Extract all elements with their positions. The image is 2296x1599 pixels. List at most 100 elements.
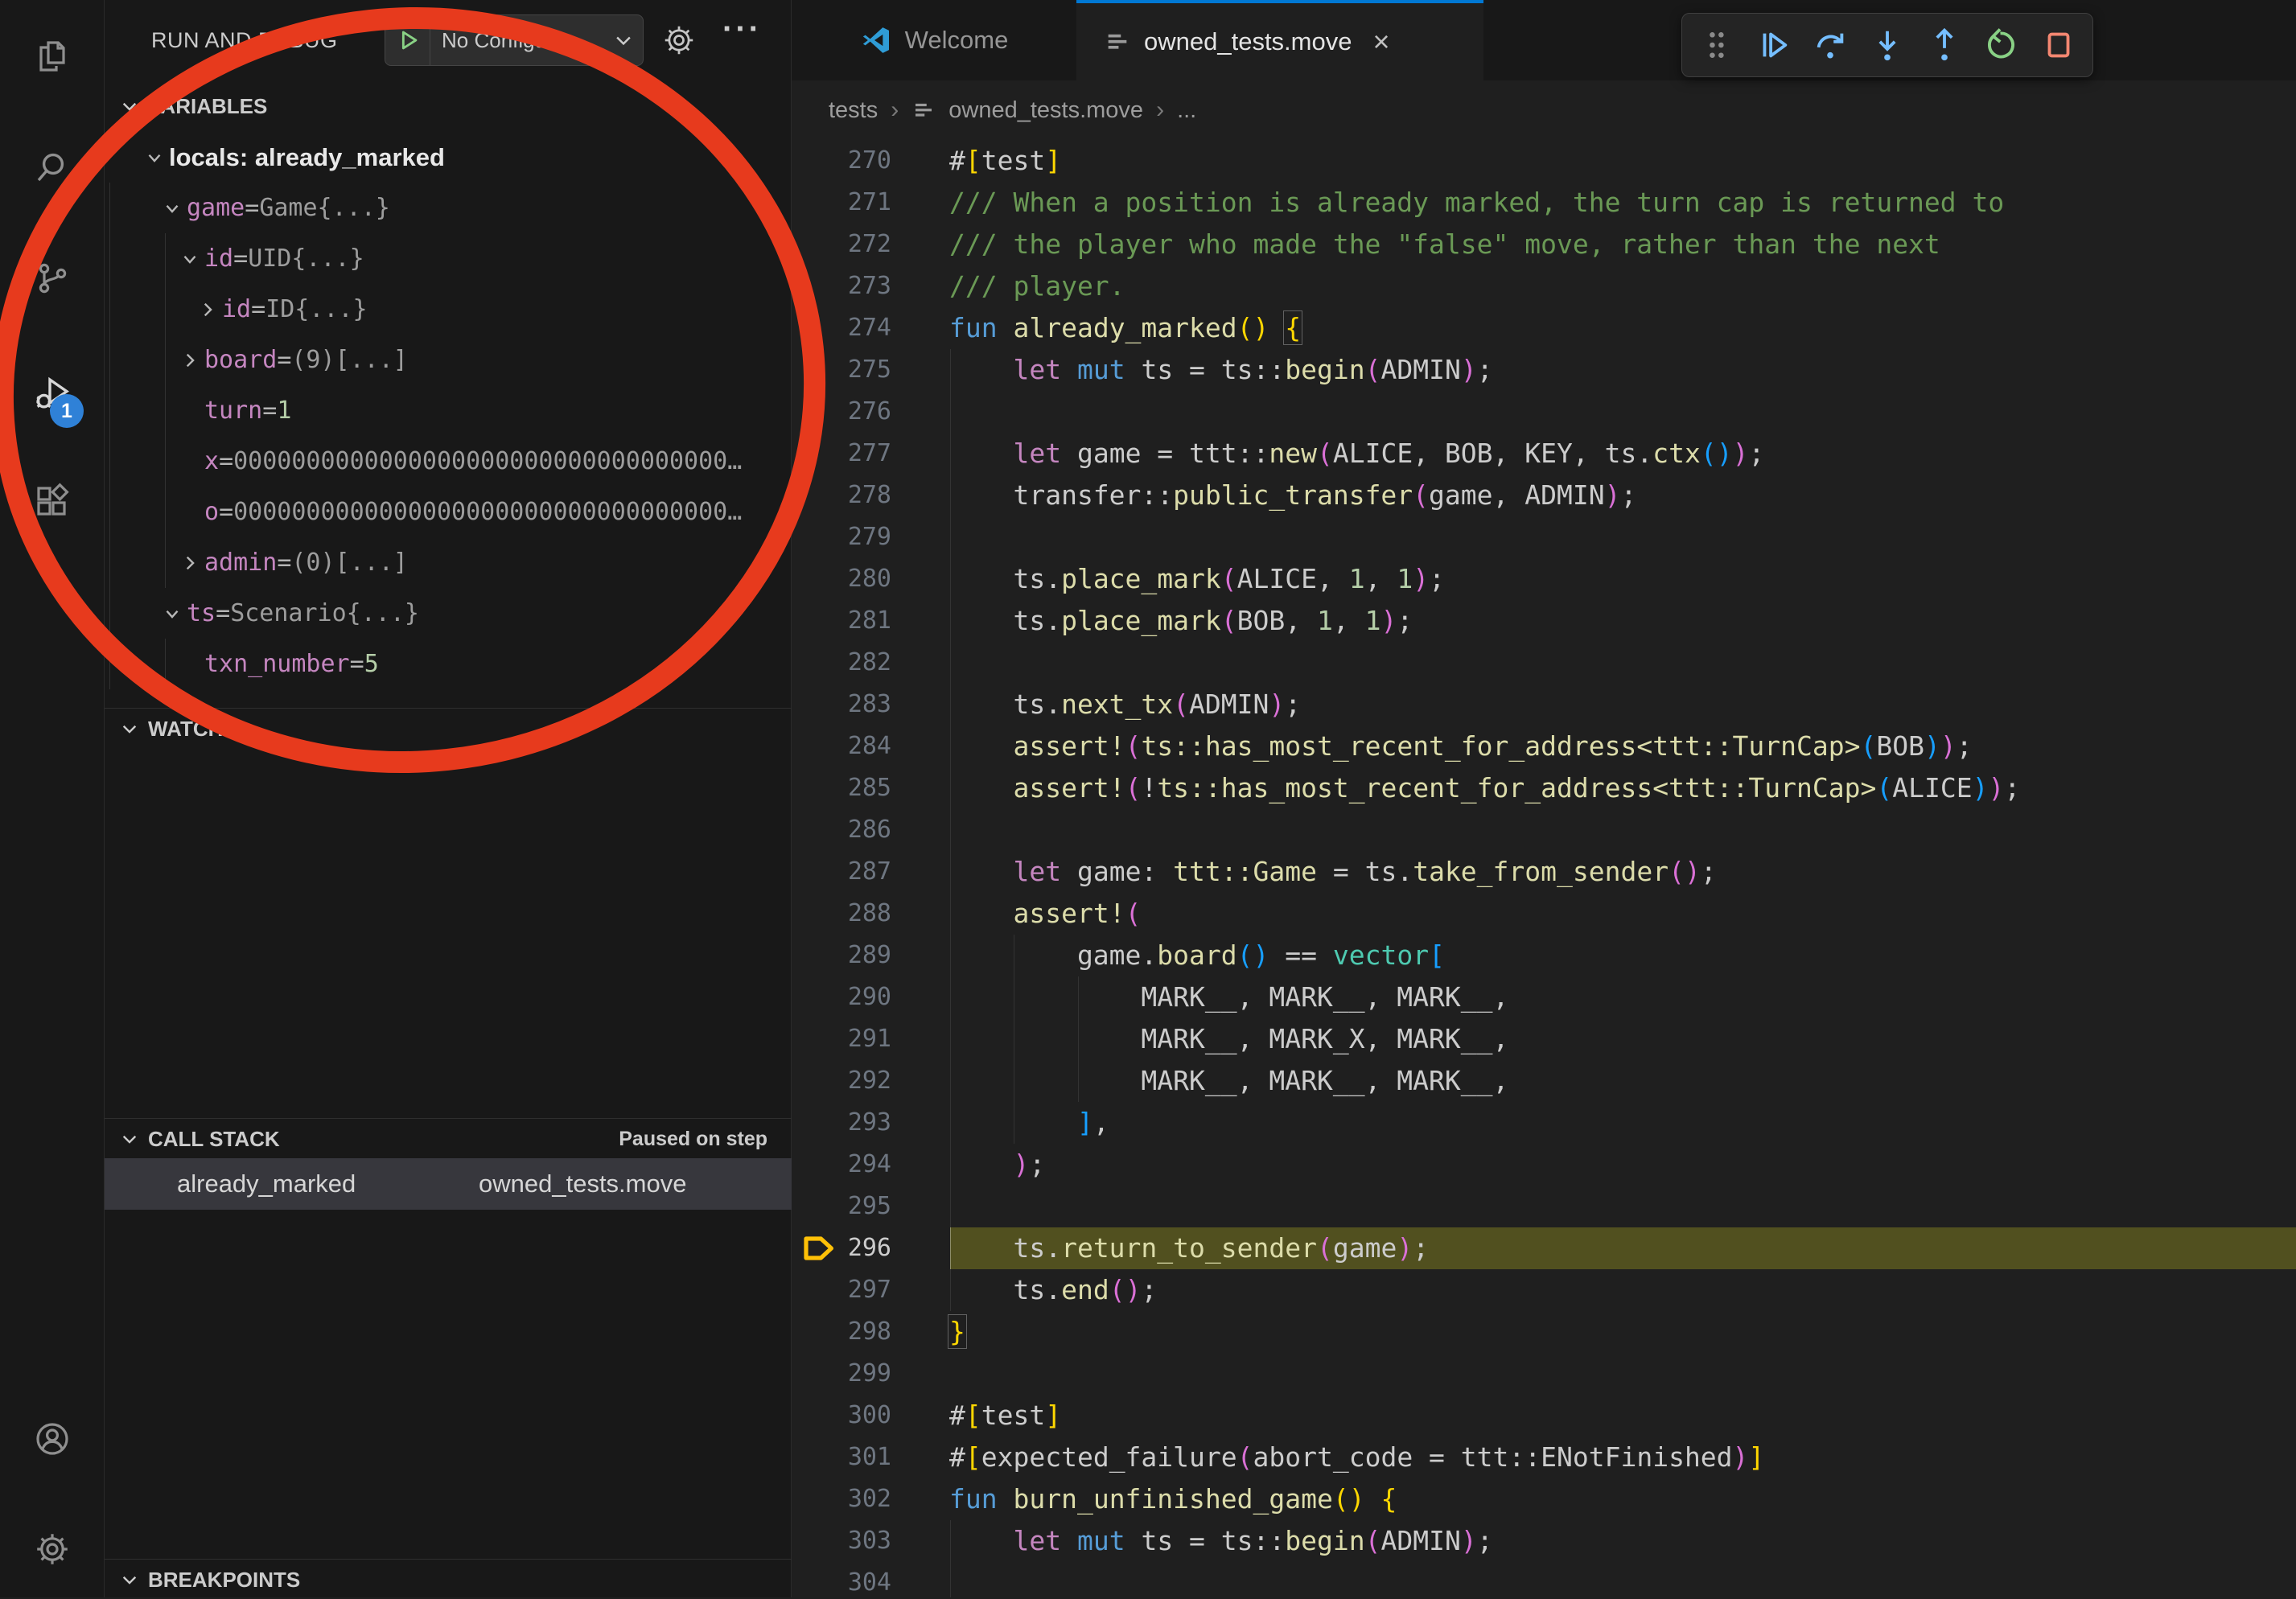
line-number[interactable]: 279 [792, 516, 891, 558]
code-line[interactable]: 279 [792, 516, 2296, 558]
code-line[interactable]: 286 [792, 809, 2296, 851]
variable-row[interactable]: id = UID{...} [105, 233, 792, 284]
call-stack-section-header[interactable]: CALL STACK Paused on step [105, 1120, 792, 1158]
line-number[interactable]: 300 [792, 1395, 891, 1437]
line-number[interactable]: 286 [792, 809, 891, 851]
breadcrumb-file[interactable]: owned_tests.move [948, 97, 1143, 124]
chevron-down-icon[interactable] [158, 198, 187, 219]
code-line[interactable]: 290 MARK__, MARK__, MARK__, [792, 976, 2296, 1018]
code-line[interactable]: 301#[expected_failure(abort_code = ttt::… [792, 1437, 2296, 1478]
line-number[interactable]: 285 [792, 767, 891, 809]
variables-section-header[interactable]: VARIABLES [105, 87, 792, 125]
extensions-icon[interactable] [33, 483, 72, 521]
code-line[interactable]: 270#[test] [792, 140, 2296, 182]
line-number[interactable]: 293 [792, 1102, 891, 1144]
line-number[interactable]: 283 [792, 684, 891, 726]
code-line[interactable]: 281 ts.place_mark(BOB, 1, 1); [792, 600, 2296, 642]
variable-row[interactable]: admin = (0)[...] [105, 537, 792, 588]
variable-row[interactable]: turn = 1 [105, 385, 792, 436]
stop-icon[interactable] [2035, 22, 2082, 68]
account-icon[interactable] [33, 1420, 72, 1458]
breadcrumb-symbol[interactable]: ... [1177, 97, 1196, 124]
code-line[interactable]: 302fun burn_unfinished_game() { [792, 1478, 2296, 1520]
line-number[interactable]: 301 [792, 1437, 891, 1478]
line-number[interactable]: 287 [792, 851, 891, 893]
line-number[interactable]: 277 [792, 433, 891, 475]
code-line[interactable]: 273/// player. [792, 265, 2296, 307]
code-line[interactable]: 275 let mut ts = ts::begin(ADMIN); [792, 349, 2296, 391]
launch-configuration-control[interactable]: No Configur [385, 14, 644, 66]
start-debugging-icon[interactable] [385, 15, 430, 65]
code-line[interactable]: 283 ts.next_tx(ADMIN); [792, 684, 2296, 726]
code-line[interactable]: 297 ts.end(); [792, 1269, 2296, 1311]
code-line[interactable]: 298} [792, 1311, 2296, 1353]
chevron-down-icon[interactable] [158, 603, 187, 624]
line-number[interactable]: 292 [792, 1060, 891, 1102]
code-line[interactable]: 288 assert!( [792, 893, 2296, 935]
code-line[interactable]: 278 transfer::public_transfer(game, ADMI… [792, 475, 2296, 516]
line-number[interactable]: 282 [792, 642, 891, 684]
line-number[interactable]: 274 [792, 307, 891, 349]
line-number[interactable]: 275 [792, 349, 891, 391]
settings-gear-icon[interactable] [33, 1530, 72, 1568]
step-over-icon[interactable] [1807, 22, 1854, 68]
line-number[interactable]: 289 [792, 935, 891, 976]
line-number[interactable]: 298 [792, 1311, 891, 1353]
code-line[interactable]: 304 [792, 1562, 2296, 1597]
line-number[interactable]: 291 [792, 1018, 891, 1060]
call-stack-frame-row[interactable]: already_marked owned_tests.move [105, 1158, 792, 1210]
code-line[interactable]: 294 ); [792, 1144, 2296, 1186]
code-line[interactable]: 282 [792, 642, 2296, 684]
line-number[interactable]: 270 [792, 140, 891, 182]
code-line[interactable]: 291 MARK__, MARK_X, MARK__, [792, 1018, 2296, 1060]
variable-row[interactable]: o = 0000000000000000000000000000000000… [105, 487, 792, 537]
explorer-icon[interactable] [33, 37, 72, 76]
code-line[interactable]: 289 game.board() == vector[ [792, 935, 2296, 976]
toolbar-drag-grip[interactable] [1693, 22, 1739, 68]
chevron-down-icon[interactable] [175, 249, 204, 269]
line-number[interactable]: 280 [792, 558, 891, 600]
line-number[interactable]: 303 [792, 1520, 891, 1562]
variable-row[interactable]: id = ID{...} [105, 284, 792, 335]
breakpoints-section-header[interactable]: BREAKPOINTS [105, 1560, 792, 1599]
close-icon[interactable]: × [1372, 27, 1389, 56]
line-number[interactable]: 278 [792, 475, 891, 516]
line-number[interactable]: 288 [792, 893, 891, 935]
tab-owned-tests-move[interactable]: owned_tests.move × [1076, 0, 1483, 80]
code-line[interactable]: 287 let game: ttt::Game = ts.take_from_s… [792, 851, 2296, 893]
code-line[interactable]: 276 [792, 391, 2296, 433]
line-number[interactable]: 290 [792, 976, 891, 1018]
line-number[interactable]: 272 [792, 224, 891, 265]
chevron-right-icon[interactable] [193, 299, 222, 320]
variable-row[interactable]: game = Game{...} [105, 183, 792, 233]
code-line[interactable]: 277 let game = ttt::new(ALICE, BOB, KEY,… [792, 433, 2296, 475]
code-editor[interactable]: 270#[test]271/// When a position is alre… [792, 0, 2296, 1597]
code-line[interactable]: 303 let mut ts = ts::begin(ADMIN); [792, 1520, 2296, 1562]
line-number[interactable]: 297 [792, 1269, 891, 1311]
current-execution-line[interactable]: 296 ts.return_to_sender(game); [792, 1227, 2296, 1269]
variable-row[interactable]: board = (9)[...] [105, 335, 792, 385]
tab-welcome[interactable]: Welcome [792, 0, 1076, 80]
line-number[interactable]: 273 [792, 265, 891, 307]
scope-row[interactable]: locals: already_marked [105, 132, 792, 183]
restart-icon[interactable] [1978, 22, 2025, 68]
code-line[interactable]: 284 assert!(ts::has_most_recent_for_addr… [792, 726, 2296, 767]
chevron-down-icon[interactable] [611, 29, 643, 51]
code-line[interactable]: 280 ts.place_mark(ALICE, 1, 1); [792, 558, 2296, 600]
variable-row[interactable]: ts = Scenario{...} [105, 588, 792, 639]
chevron-right-icon[interactable] [175, 350, 204, 371]
line-number[interactable]: 284 [792, 726, 891, 767]
code-line[interactable]: 295 [792, 1186, 2296, 1227]
chevron-right-icon[interactable] [175, 553, 204, 573]
line-number[interactable]: 302 [792, 1478, 891, 1520]
code-line[interactable]: 293 ], [792, 1102, 2296, 1144]
line-number[interactable]: 294 [792, 1144, 891, 1186]
code-line[interactable]: 292 MARK__, MARK__, MARK__, [792, 1060, 2296, 1102]
step-into-icon[interactable] [1864, 22, 1911, 68]
code-line[interactable]: 274fun already_marked() { [792, 307, 2296, 349]
breadcrumb-folder[interactable]: tests [829, 97, 878, 124]
variable-row[interactable]: txn_number = 5 [105, 639, 792, 689]
line-number[interactable]: 304 [792, 1562, 891, 1597]
code-line[interactable]: 272/// the player who made the "false" m… [792, 224, 2296, 265]
more-actions-icon[interactable]: ··· [722, 11, 762, 47]
